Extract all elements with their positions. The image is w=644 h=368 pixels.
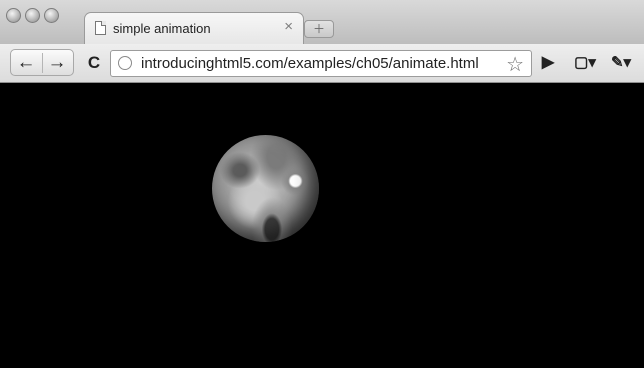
page-icon	[95, 21, 106, 35]
zoom-window-button[interactable]	[44, 8, 59, 23]
tab-title: simple animation	[113, 21, 211, 36]
back-arrow-icon: ←	[16, 52, 36, 73]
page-menu-icon: ▢▾	[574, 54, 596, 71]
window-controls	[6, 8, 59, 23]
play-icon: ▶	[541, 53, 555, 71]
planet-image	[212, 135, 319, 242]
forward-button[interactable]: →	[43, 50, 71, 75]
address-bar[interactable]: introducinghtml5.com/examples/ch05/anima…	[110, 50, 532, 77]
page-menu-button[interactable]: ▢▾	[570, 50, 600, 75]
tab-strip: simple animation × ＋	[0, 0, 644, 45]
toolbar: ← → C introducinghtml5.com/examples/ch05…	[0, 44, 644, 83]
back-button[interactable]: ←	[12, 50, 40, 75]
plus-icon: ＋	[312, 22, 325, 36]
reload-button[interactable]: C	[80, 50, 108, 75]
url-text[interactable]: introducinghtml5.com/examples/ch05/anima…	[141, 55, 479, 72]
wrench-menu-button[interactable]: ✎▾	[606, 50, 636, 75]
bookmark-star-icon[interactable]: ☆	[506, 52, 524, 77]
forward-arrow-icon: →	[47, 52, 67, 73]
page-content	[6, 83, 642, 368]
tab-simple-animation[interactable]: simple animation ×	[84, 12, 304, 45]
wrench-icon: ✎▾	[610, 54, 632, 71]
globe-icon	[118, 56, 132, 70]
reload-icon: C	[87, 53, 101, 72]
browser-window: simple animation × ＋ ← → C introducinght…	[0, 0, 644, 368]
close-window-button[interactable]	[6, 8, 21, 23]
close-tab-icon[interactable]: ×	[284, 19, 293, 35]
new-tab-button[interactable]: ＋	[304, 20, 334, 38]
minimize-window-button[interactable]	[25, 8, 40, 23]
play-button[interactable]: ▶	[534, 50, 562, 75]
